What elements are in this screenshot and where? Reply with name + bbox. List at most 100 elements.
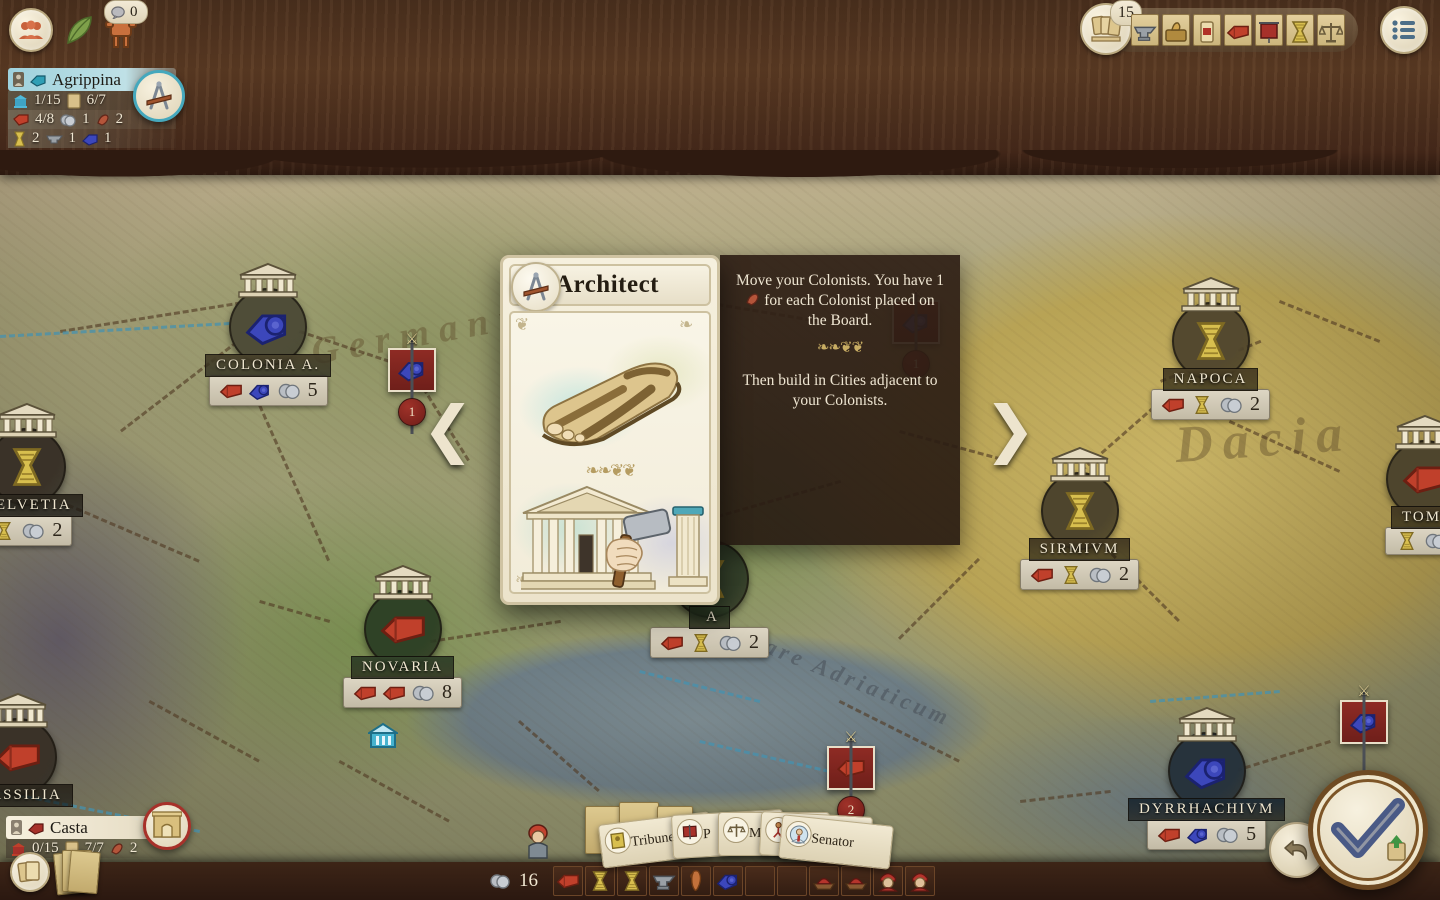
empty-slot-2[interactable] bbox=[777, 866, 807, 896]
cloth-resource[interactable] bbox=[713, 866, 743, 896]
colonist-banner-germania[interactable]: ⚔ 1 bbox=[388, 332, 436, 434]
colonist-banner-illyria[interactable]: ⚔ 2 bbox=[827, 730, 875, 832]
city-name: MASSILIA bbox=[0, 784, 73, 807]
city-coin-value: 2 bbox=[52, 519, 63, 541]
stat-wheat: 2 bbox=[32, 130, 40, 146]
hand-resource-slots bbox=[552, 866, 936, 896]
architect-compass-icon bbox=[146, 81, 172, 110]
empty-slot-1[interactable] bbox=[745, 866, 775, 896]
coin-icon bbox=[1425, 533, 1440, 550]
city-tomi[interactable]: TOMI bbox=[1385, 414, 1440, 555]
player-hand-deck-button[interactable] bbox=[10, 852, 50, 892]
brick-icon bbox=[13, 113, 29, 126]
eagle-icon: ⚔ bbox=[1357, 684, 1371, 700]
brick-icon bbox=[1157, 828, 1181, 842]
wheat-slot[interactable] bbox=[1286, 14, 1314, 46]
card-tooltip: Move your Colonists. You have 1 for each… bbox=[720, 255, 960, 545]
coin-icon bbox=[412, 685, 434, 701]
players-button[interactable] bbox=[9, 8, 53, 52]
cloth-icon bbox=[248, 384, 269, 400]
city-dyrrhachivm[interactable]: DYRRHACHIVM 5 bbox=[1128, 706, 1286, 850]
stat-colonists: 2 bbox=[115, 111, 124, 127]
city-helvetia[interactable]: HELVETIA 2 bbox=[0, 402, 83, 546]
colonist-ship-1[interactable] bbox=[809, 866, 839, 896]
player-discard-stack[interactable] bbox=[52, 849, 101, 896]
wheat-icon bbox=[592, 871, 608, 891]
wheat-resource-2[interactable] bbox=[617, 866, 647, 896]
tooltip-paragraph-1: Move your Colonists. You have 1 for each… bbox=[734, 271, 946, 330]
card-role-badge bbox=[511, 262, 561, 312]
hand-card-label: P bbox=[702, 826, 712, 843]
city-temple-icon bbox=[1180, 276, 1242, 312]
arch-marker-icon bbox=[152, 811, 182, 838]
sandal-icon bbox=[541, 362, 682, 447]
stat-bricks: 4/8 bbox=[35, 111, 55, 127]
next-card-arrow[interactable]: ❯ bbox=[984, 398, 1036, 460]
city-massilia[interactable]: MASSILIA bbox=[0, 692, 73, 807]
resource-slots bbox=[1131, 14, 1345, 46]
tooltip-line-5: your Colonists. bbox=[792, 391, 888, 409]
colonist-land-1[interactable] bbox=[873, 866, 903, 896]
architect-compass-icon bbox=[523, 272, 549, 301]
cloth-slot[interactable] bbox=[1255, 14, 1283, 46]
top-bar: 0 15 Agrippina 1/15 6/7 4/8 1 2 2 1 1 bbox=[0, 0, 1440, 175]
tooltip-line-1: Move your Colonists. You have 1 bbox=[736, 272, 944, 289]
city-cost-bar bbox=[1385, 527, 1440, 555]
corner-ornament: ❧ bbox=[679, 315, 694, 334]
confirm-button[interactable] bbox=[1308, 770, 1428, 890]
brick-icon bbox=[219, 384, 242, 398]
active-player-role-badge[interactable] bbox=[133, 70, 185, 122]
prefect-icon bbox=[682, 824, 697, 840]
brick-icon bbox=[1226, 25, 1249, 40]
city-sirmivm[interactable]: SIRMIVM 2 bbox=[1020, 446, 1139, 590]
mercator-icon bbox=[726, 823, 746, 837]
card-icon bbox=[67, 92, 81, 109]
chat-count-badge[interactable]: 0 bbox=[104, 0, 148, 24]
people-icon bbox=[19, 20, 43, 39]
wine-resource[interactable] bbox=[681, 866, 711, 896]
city-coin-value: 2 bbox=[1119, 563, 1129, 585]
hand-card-role-icon bbox=[676, 818, 704, 846]
tool-resource[interactable] bbox=[649, 866, 679, 896]
pottery-slot[interactable] bbox=[1162, 14, 1190, 46]
city-name: TOMI bbox=[1390, 506, 1440, 529]
secondary-player-name: Casta bbox=[50, 817, 88, 837]
active-player-name: Agrippina bbox=[52, 69, 121, 89]
brick-slot[interactable] bbox=[1224, 14, 1252, 46]
corner-ornament: ❦ bbox=[515, 315, 530, 334]
colonist-figure-on-map[interactable] bbox=[524, 822, 552, 860]
menu-button[interactable] bbox=[1380, 6, 1428, 54]
leaf-icon[interactable] bbox=[65, 14, 95, 51]
wheat-resource[interactable] bbox=[585, 866, 615, 896]
wheat-icon bbox=[14, 130, 25, 147]
brick-icon bbox=[660, 636, 683, 650]
stat-cards: 6/7 bbox=[86, 92, 106, 108]
brick-resource[interactable] bbox=[553, 866, 583, 896]
city-coin-value: 8 bbox=[442, 681, 452, 703]
coin-icon bbox=[1216, 827, 1238, 843]
colonist-banner-thrace[interactable]: ⚔ bbox=[1340, 684, 1388, 786]
anvil-tool-slot[interactable] bbox=[1131, 14, 1159, 46]
player-marker-icon bbox=[11, 820, 22, 835]
city-colonia-a[interactable]: COLONIA A. 5 bbox=[205, 262, 332, 406]
player-house-token-novaria[interactable] bbox=[365, 722, 401, 750]
tooltip-paragraph-2: Then build in Cities adjacent to your Co… bbox=[734, 371, 946, 411]
city-napoca[interactable]: NAPOCA 2 bbox=[1151, 276, 1270, 420]
city-name: SIRMIVM bbox=[1028, 538, 1131, 561]
colonist-land-2[interactable] bbox=[905, 866, 935, 896]
colonist-ship-2[interactable] bbox=[841, 866, 871, 896]
tooltip-divider: ❧❧❦❦ bbox=[816, 340, 864, 357]
city-cost-bar: 2 bbox=[1020, 559, 1139, 590]
city-name: NAPOCA bbox=[1162, 368, 1259, 391]
city-name: NOVARIA bbox=[350, 656, 455, 679]
amphora-kiln-icon bbox=[1165, 22, 1187, 42]
card-header: Architect bbox=[509, 262, 711, 312]
city-novaria[interactable]: NOVARIA 8 bbox=[343, 564, 462, 708]
scales-slot[interactable] bbox=[1317, 14, 1345, 46]
scroll-slot[interactable] bbox=[1193, 14, 1221, 46]
selected-card[interactable]: Architect ❦ ❧ ❧ ❦ ❧❧❦❦ bbox=[500, 255, 720, 605]
secondary-player-role-badge[interactable] bbox=[143, 802, 191, 850]
city-coin-value: 2 bbox=[1250, 393, 1260, 415]
brick-good-icon bbox=[28, 822, 44, 835]
prev-card-arrow[interactable]: ❮ bbox=[422, 398, 474, 460]
